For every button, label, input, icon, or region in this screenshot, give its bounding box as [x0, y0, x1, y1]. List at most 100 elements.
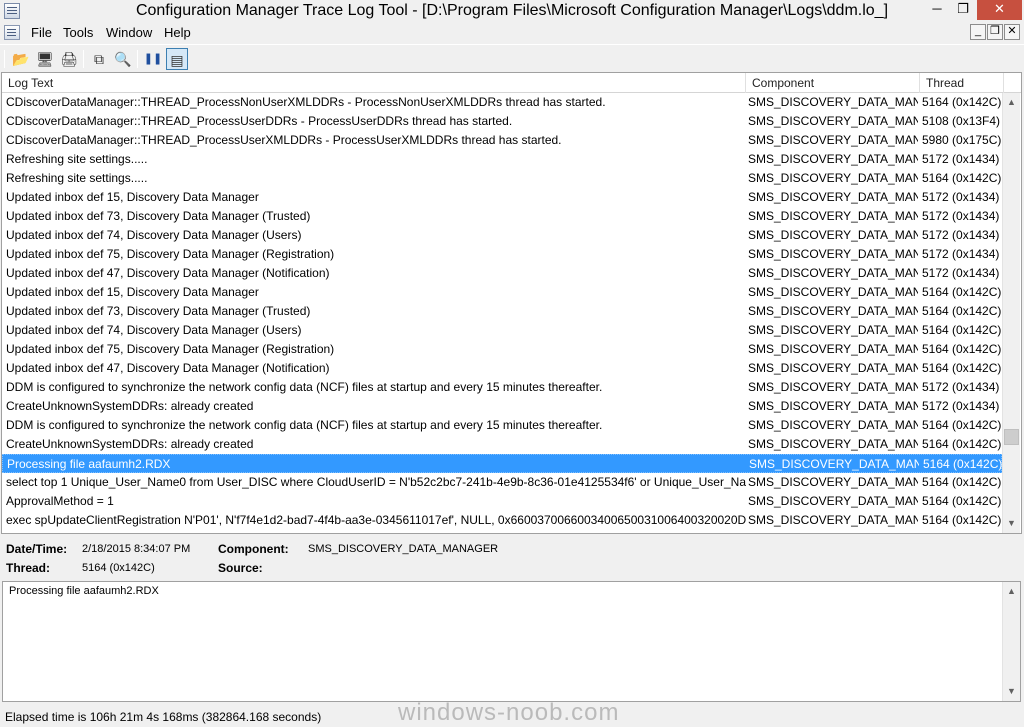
component-cell: SMS_DISCOVERY_DATA_MANAGER	[748, 228, 918, 242]
thread-value: 5164 (0x142C)	[82, 562, 155, 574]
table-row[interactable]: Updated inbox def 74, Discovery Data Man…	[2, 321, 1002, 340]
toolbar: 📂 🖥 🖨 ⧉ 🔍 ❚❚ ▤	[0, 44, 1024, 72]
thread-cell: 5164 (0x142C)	[922, 494, 1002, 508]
log-text-cell: CDiscoverDataManager::THREAD_ProcessUser…	[6, 133, 562, 147]
table-row[interactable]: CDiscoverDataManager::THREAD_ProcessUser…	[2, 131, 1002, 150]
log-text-cell: Updated inbox def 74, Discovery Data Man…	[6, 228, 302, 242]
table-row[interactable]: Updated inbox def 75, Discovery Data Man…	[2, 245, 1002, 264]
thread-cell: 5164 (0x142C)	[922, 361, 1002, 375]
find-icon[interactable]: 🔍	[112, 48, 134, 70]
table-row[interactable]: Updated inbox def 74, Discovery Data Man…	[2, 226, 1002, 245]
table-row[interactable]: Updated inbox def 47, Discovery Data Man…	[2, 264, 1002, 283]
mdi-restore-button[interactable]: ❐	[987, 24, 1003, 40]
window-title: Configuration Manager Trace Log Tool - […	[135, 2, 889, 19]
menu-help[interactable]: Help	[164, 25, 191, 40]
copy-icon[interactable]: ⧉	[88, 48, 110, 70]
table-row[interactable]: DDM is configured to synchronize the net…	[2, 378, 1002, 397]
close-button[interactable]: ✕	[977, 0, 1022, 20]
log-scrollbar[interactable]: ▲ ▼	[1002, 93, 1020, 533]
column-thread[interactable]: Thread	[920, 73, 1004, 93]
thread-cell: 5164 (0x142C)	[922, 437, 1002, 451]
scroll-up-icon[interactable]: ▲	[1003, 583, 1020, 600]
log-text-cell: Refreshing site settings.....	[6, 152, 148, 166]
log-text-cell: Updated inbox def 75, Discovery Data Man…	[6, 342, 335, 356]
message-scrollbar[interactable]: ▲ ▼	[1002, 582, 1020, 701]
table-row[interactable]: ApprovalMethod = 1 SMS_DISCOVERY_DATA_MAN…	[2, 492, 1002, 511]
toolbar-separator	[83, 50, 84, 68]
table-row[interactable]: Updated inbox def 73, Discovery Data Man…	[2, 302, 1002, 321]
thread-cell: 5172 (0x1434)	[922, 380, 1000, 394]
scroll-up-icon[interactable]: ▲	[1003, 94, 1020, 111]
maximize-button[interactable]: ❐	[950, 0, 976, 20]
log-text-cell: Updated inbox def 47, Discovery Data Man…	[6, 266, 330, 280]
table-row[interactable]: CDiscoverDataManager::THREAD_ProcessUser…	[2, 112, 1002, 131]
table-row[interactable]: Updated inbox def 15, Discovery Data Man…	[2, 283, 1002, 302]
watermark: windows-noob.com	[398, 699, 620, 726]
source-label: Source:	[218, 561, 263, 575]
log-list[interactable]: Log Text Component Thread CDiscoverDataM…	[1, 72, 1022, 534]
open-on-server-icon[interactable]: 🖥	[34, 48, 56, 70]
component-cell: SMS_DISCOVERY_DATA_MANAGER	[748, 285, 918, 299]
thread-cell: 5164 (0x142C)	[922, 95, 1002, 109]
scroll-thumb[interactable]	[1004, 429, 1019, 445]
thread-cell: 5172 (0x1434)	[922, 399, 1000, 413]
document-icon[interactable]	[4, 25, 20, 40]
menu-window[interactable]: Window	[106, 25, 152, 40]
table-row[interactable]: Refreshing site settings..... SMS_DISCOVE…	[2, 169, 1002, 188]
table-row[interactable]: Processing file aafaumh2.RDX SMS_DISCOVER…	[2, 454, 1002, 473]
log-text-cell: ApprovalMethod = 1	[6, 494, 114, 508]
toolbar-grip	[4, 50, 5, 68]
log-text-cell: CDiscoverDataManager::THREAD_ProcessUser…	[6, 114, 513, 128]
component-cell: SMS_DISCOVERY_DATA_MANAGER	[748, 209, 918, 223]
table-row[interactable]: Updated inbox def 15, Discovery Data Man…	[2, 188, 1002, 207]
table-row[interactable]: select top 1 Unique_User_Name0 from User…	[2, 473, 1002, 492]
log-text-cell: Updated inbox def 75, Discovery Data Man…	[6, 247, 335, 261]
table-row[interactable]: Updated inbox def 75, Discovery Data Man…	[2, 340, 1002, 359]
message-pane[interactable]: Processing file aafaumh2.RDX ▲ ▼	[2, 581, 1021, 702]
print-icon[interactable]: 🖨	[58, 48, 80, 70]
column-log-text[interactable]: Log Text	[2, 73, 746, 93]
minimize-button[interactable]: ─	[924, 0, 950, 20]
scroll-down-icon[interactable]: ▼	[1003, 515, 1020, 532]
log-text-cell: exec spUpdateClientRegistration N'P01', …	[6, 513, 746, 527]
toolbar-separator	[137, 50, 138, 68]
thread-cell: 5164 (0x142C)	[923, 457, 1002, 471]
pause-icon[interactable]: ❚❚	[142, 48, 164, 70]
open-folder-icon[interactable]: 📂	[10, 48, 32, 70]
log-text-cell: CreateUnknownSystemDDRs: already created	[6, 437, 254, 451]
column-header: Log Text Component Thread	[2, 73, 1021, 93]
table-row[interactable]: DDM is configured to synchronize the net…	[2, 416, 1002, 435]
table-row[interactable]: CreateUnknownSystemDDRs: already created…	[2, 397, 1002, 416]
elapsed-time: Elapsed time is 106h 21m 4s 168ms (38286…	[5, 710, 322, 724]
log-text-cell: Updated inbox def 15, Discovery Data Man…	[6, 190, 259, 204]
thread-cell: 5172 (0x1434)	[922, 247, 1000, 261]
thread-cell: 5172 (0x1434)	[922, 209, 1000, 223]
thread-cell: 5172 (0x1434)	[922, 152, 1000, 166]
scroll-down-icon[interactable]: ▼	[1003, 683, 1020, 700]
log-text-cell: DDM is configured to synchronize the net…	[6, 380, 603, 394]
component-cell: SMS_DISCOVERY_DATA_MANAGER	[748, 494, 918, 508]
component-cell: SMS_DISCOVERY_DATA_MANAGER	[748, 114, 918, 128]
column-component[interactable]: Component	[746, 73, 920, 93]
log-text-cell: Updated inbox def 15, Discovery Data Man…	[6, 285, 259, 299]
log-text-cell: DDM is configured to synchronize the net…	[6, 418, 603, 432]
table-row[interactable]: CDiscoverDataManager::THREAD_ProcessNonU…	[2, 93, 1002, 112]
log-text-cell: select top 1 Unique_User_Name0 from User…	[6, 475, 746, 489]
highlight-icon[interactable]: ▤	[166, 48, 188, 70]
thread-cell: 5108 (0x13F4)	[922, 114, 1001, 128]
log-text-cell: Updated inbox def 73, Discovery Data Man…	[6, 209, 311, 223]
table-row[interactable]: Updated inbox def 73, Discovery Data Man…	[2, 207, 1002, 226]
table-row[interactable]: CreateUnknownSystemDDRs: already created…	[2, 435, 1002, 454]
component-cell: SMS_DISCOVERY_DATA_MANAGER	[748, 95, 918, 109]
thread-cell: 5164 (0x142C)	[922, 418, 1002, 432]
menu-file[interactable]: File	[31, 25, 52, 40]
table-row[interactable]: exec spUpdateClientRegistration N'P01', …	[2, 511, 1002, 530]
mdi-minimize-button[interactable]: _	[970, 24, 986, 40]
log-text-cell: Updated inbox def 47, Discovery Data Man…	[6, 361, 330, 375]
table-row[interactable]: Refreshing site settings..... SMS_DISCOVE…	[2, 150, 1002, 169]
mdi-close-button[interactable]: ✕	[1004, 24, 1020, 40]
component-cell: SMS_DISCOVERY_DATA_MANAGER	[748, 323, 918, 337]
thread-cell: 5164 (0x142C)	[922, 304, 1002, 318]
menu-tools[interactable]: Tools	[63, 25, 93, 40]
table-row[interactable]: Updated inbox def 47, Discovery Data Man…	[2, 359, 1002, 378]
